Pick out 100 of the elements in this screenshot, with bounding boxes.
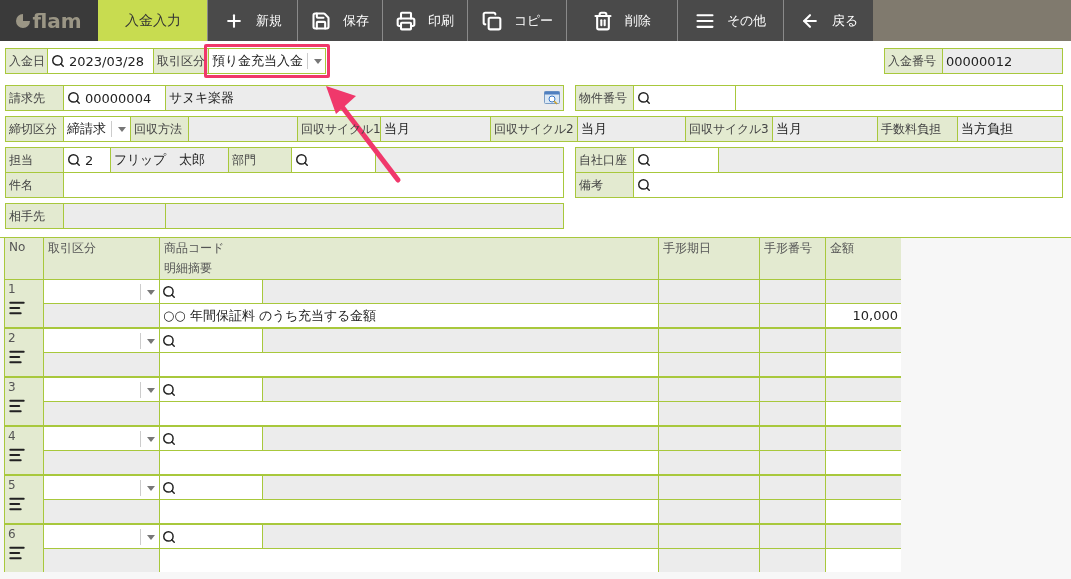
search-field[interactable] [160,476,262,499]
field-label: 担当 [9,151,33,169]
table-cell [760,353,825,376]
text-lines-icon[interactable] [8,397,26,415]
search-icon[interactable] [162,480,176,495]
field-label: 回収方法 [134,120,182,138]
row-number: 4 [8,429,17,443]
toolbar-button[interactable]: コピー [467,0,566,41]
amount-field[interactable] [826,500,901,523]
field-value[interactable]: 2 [85,152,94,168]
toolbar-button[interactable]: 削除 [566,0,677,41]
search-icon[interactable] [67,91,81,105]
copy-icon [481,10,502,31]
text-lines-icon[interactable] [8,348,26,366]
amount-field[interactable] [826,549,901,572]
search-icon[interactable] [162,382,176,397]
table-cell [760,329,825,352]
amount-field[interactable] [826,451,901,474]
table-cell [760,476,825,499]
readonly-field: 当方負担 [958,117,1062,141]
column-header: 明細摘要 [164,260,213,277]
row-number: 6 [8,527,17,541]
search-icon[interactable] [162,529,176,544]
tab[interactable]: 入金入力 [98,0,207,41]
row-number: 2 [8,331,17,345]
table-cell [760,280,825,303]
readonly-field: フリップ 太郎 [111,148,228,172]
column-header: No [9,240,27,254]
select-field[interactable]: 締請求 [64,117,130,141]
row-number: 5 [8,478,17,492]
readonly-field: 00000012 [943,49,1062,73]
search-icon[interactable] [637,178,651,192]
search-field[interactable] [160,525,262,548]
trash-icon [593,10,613,31]
memo-field[interactable] [160,549,658,572]
select-field[interactable] [44,329,159,352]
amount-field[interactable] [826,353,901,376]
field-label: 相手先 [9,207,45,225]
field-label: 部門 [232,151,256,169]
search-field[interactable] [160,329,262,352]
memo-field[interactable]: ○○ 年間保証料 のうち充当する金額 [160,304,658,327]
table-cell [760,378,825,401]
table-cell [760,427,825,450]
field-label: 件名 [9,176,33,194]
select-field[interactable] [44,476,159,499]
readonly-field: 当月 [578,117,685,141]
field-label: 入金日 [9,52,45,70]
text-field[interactable] [736,86,1062,110]
memo-field[interactable] [160,353,658,376]
search-field[interactable] [160,280,262,303]
table-cell [760,525,825,548]
text-lines-icon[interactable] [8,495,26,513]
table-cell [760,500,825,523]
memo-field[interactable] [160,500,658,523]
field-label: 備考 [579,176,603,194]
table-cell [760,304,825,327]
lookup-window-icon[interactable] [544,91,560,105]
select-field[interactable] [44,427,159,450]
column-header: 手形期日 [663,240,712,257]
search-icon[interactable] [162,284,176,299]
row-number: 1 [8,282,17,296]
search-icon[interactable] [637,153,651,167]
column-header: 金額 [830,240,855,257]
search-icon[interactable] [162,333,176,348]
select-field[interactable] [44,525,159,548]
text-lines-icon[interactable] [8,544,26,562]
select-field[interactable] [44,378,159,401]
toolbar-button[interactable]: 戻る [783,0,873,41]
readonly-field: 当月 [773,117,877,141]
search-icon[interactable] [67,153,81,167]
search-icon[interactable] [51,54,65,68]
field-label: 回収サイクル3 [689,120,769,138]
text-lines-icon[interactable] [8,299,26,317]
search-field[interactable] [160,427,262,450]
field-value: サヌキ楽器 [169,89,234,107]
memo-field[interactable] [160,402,658,425]
printer-icon [396,10,416,31]
logo-text: flam [32,8,82,33]
table-cell [760,549,825,572]
toolbar-button[interactable]: 印刷 [382,0,467,41]
column-header: 商品コード [164,240,225,257]
field-label: 請求先 [9,89,45,107]
text-lines-icon[interactable] [8,446,26,464]
search-icon[interactable] [295,153,309,167]
toolbar-button[interactable]: その他 [677,0,783,41]
search-icon[interactable] [637,91,651,105]
search-field[interactable] [160,378,262,401]
field-label: 入金番号 [888,52,936,70]
text-field[interactable] [64,173,563,197]
amount-field[interactable] [826,402,901,425]
amount-field[interactable]: 10,000 [826,304,901,327]
memo-field[interactable] [160,451,658,474]
toolbar-button[interactable]: 保存 [297,0,382,41]
search-icon[interactable] [162,431,176,446]
column-header: 手形番号 [764,240,813,257]
field-label: 物件番号 [579,89,627,107]
select-field[interactable] [44,280,159,303]
field-label: 手数料負担 [881,120,941,138]
toolbar-button[interactable]: 新規 [207,0,297,41]
select-field[interactable]: 預り金充当入金 [209,49,325,73]
